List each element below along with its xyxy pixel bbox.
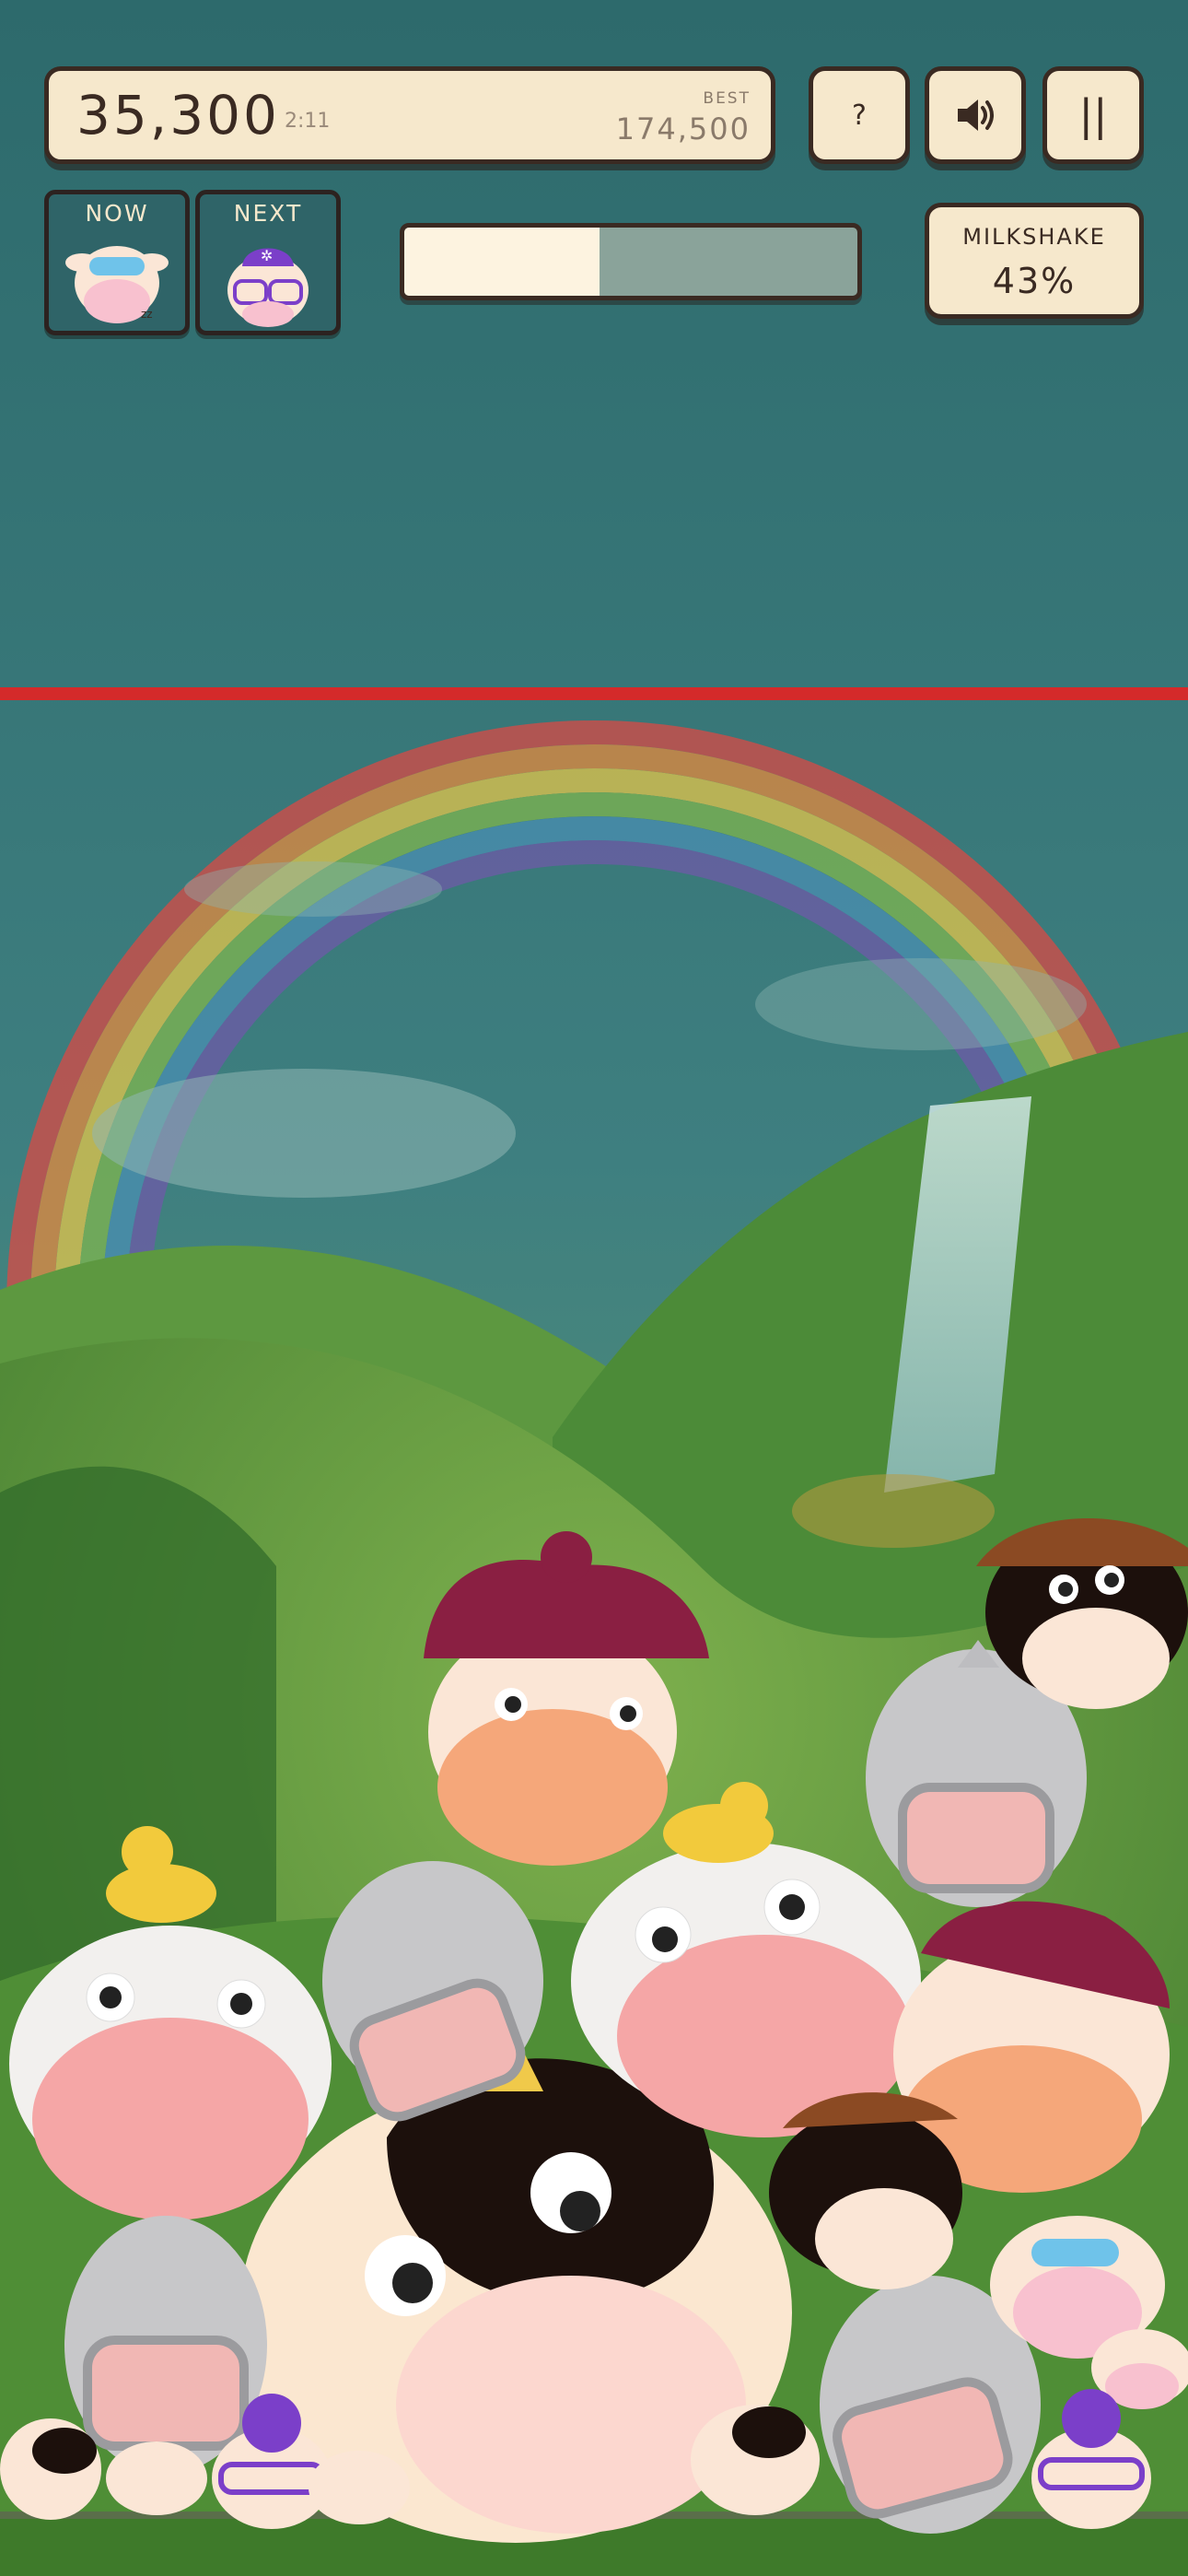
danger-line bbox=[0, 687, 1188, 700]
small-cow-piece bbox=[0, 2418, 101, 2520]
sound-button[interactable] bbox=[925, 66, 1026, 164]
wizard-cow-piece: ✲ bbox=[227, 247, 309, 327]
wizard-cow-piece bbox=[1031, 2389, 1151, 2529]
score-value: 35,300 bbox=[76, 84, 280, 146]
small-cow-piece bbox=[691, 2405, 820, 2515]
game-board[interactable]: 35,300 2:11 BEST 174,500 ? || NOW zz NEX… bbox=[0, 0, 1188, 2576]
best-label: BEST bbox=[703, 89, 751, 108]
pause-label: || bbox=[1078, 90, 1108, 140]
pause-button[interactable]: || bbox=[1042, 66, 1144, 164]
next-slot: NEXT ✲ bbox=[195, 190, 341, 335]
svg-text:✲: ✲ bbox=[261, 247, 273, 264]
knight-cow-piece bbox=[64, 2216, 267, 2474]
best-score: 174,500 bbox=[615, 111, 751, 146]
beanie-cow-piece bbox=[424, 1531, 709, 1866]
next-label: NEXT bbox=[233, 200, 303, 227]
now-label: NOW bbox=[85, 200, 149, 227]
milkshake-label: MILKSHAKE bbox=[962, 224, 1106, 250]
svg-text:zz: zz bbox=[141, 308, 153, 321]
sleeping-cow-piece: zz bbox=[65, 246, 169, 323]
score-panel: 35,300 2:11 BEST 174,500 bbox=[44, 66, 775, 164]
help-label: ? bbox=[852, 99, 867, 132]
duck-cow-piece bbox=[9, 1826, 332, 2220]
now-slot: NOW zz bbox=[44, 190, 190, 335]
milkshake-value: 43% bbox=[992, 261, 1077, 301]
speaker-icon bbox=[958, 100, 994, 131]
milkshake-progress-bar bbox=[400, 223, 862, 300]
milkshake-progress-fill bbox=[404, 228, 600, 296]
help-button[interactable]: ? bbox=[809, 66, 910, 164]
milkshake-panel: MILKSHAKE 43% bbox=[925, 203, 1144, 319]
timer: 2:11 bbox=[285, 110, 331, 133]
